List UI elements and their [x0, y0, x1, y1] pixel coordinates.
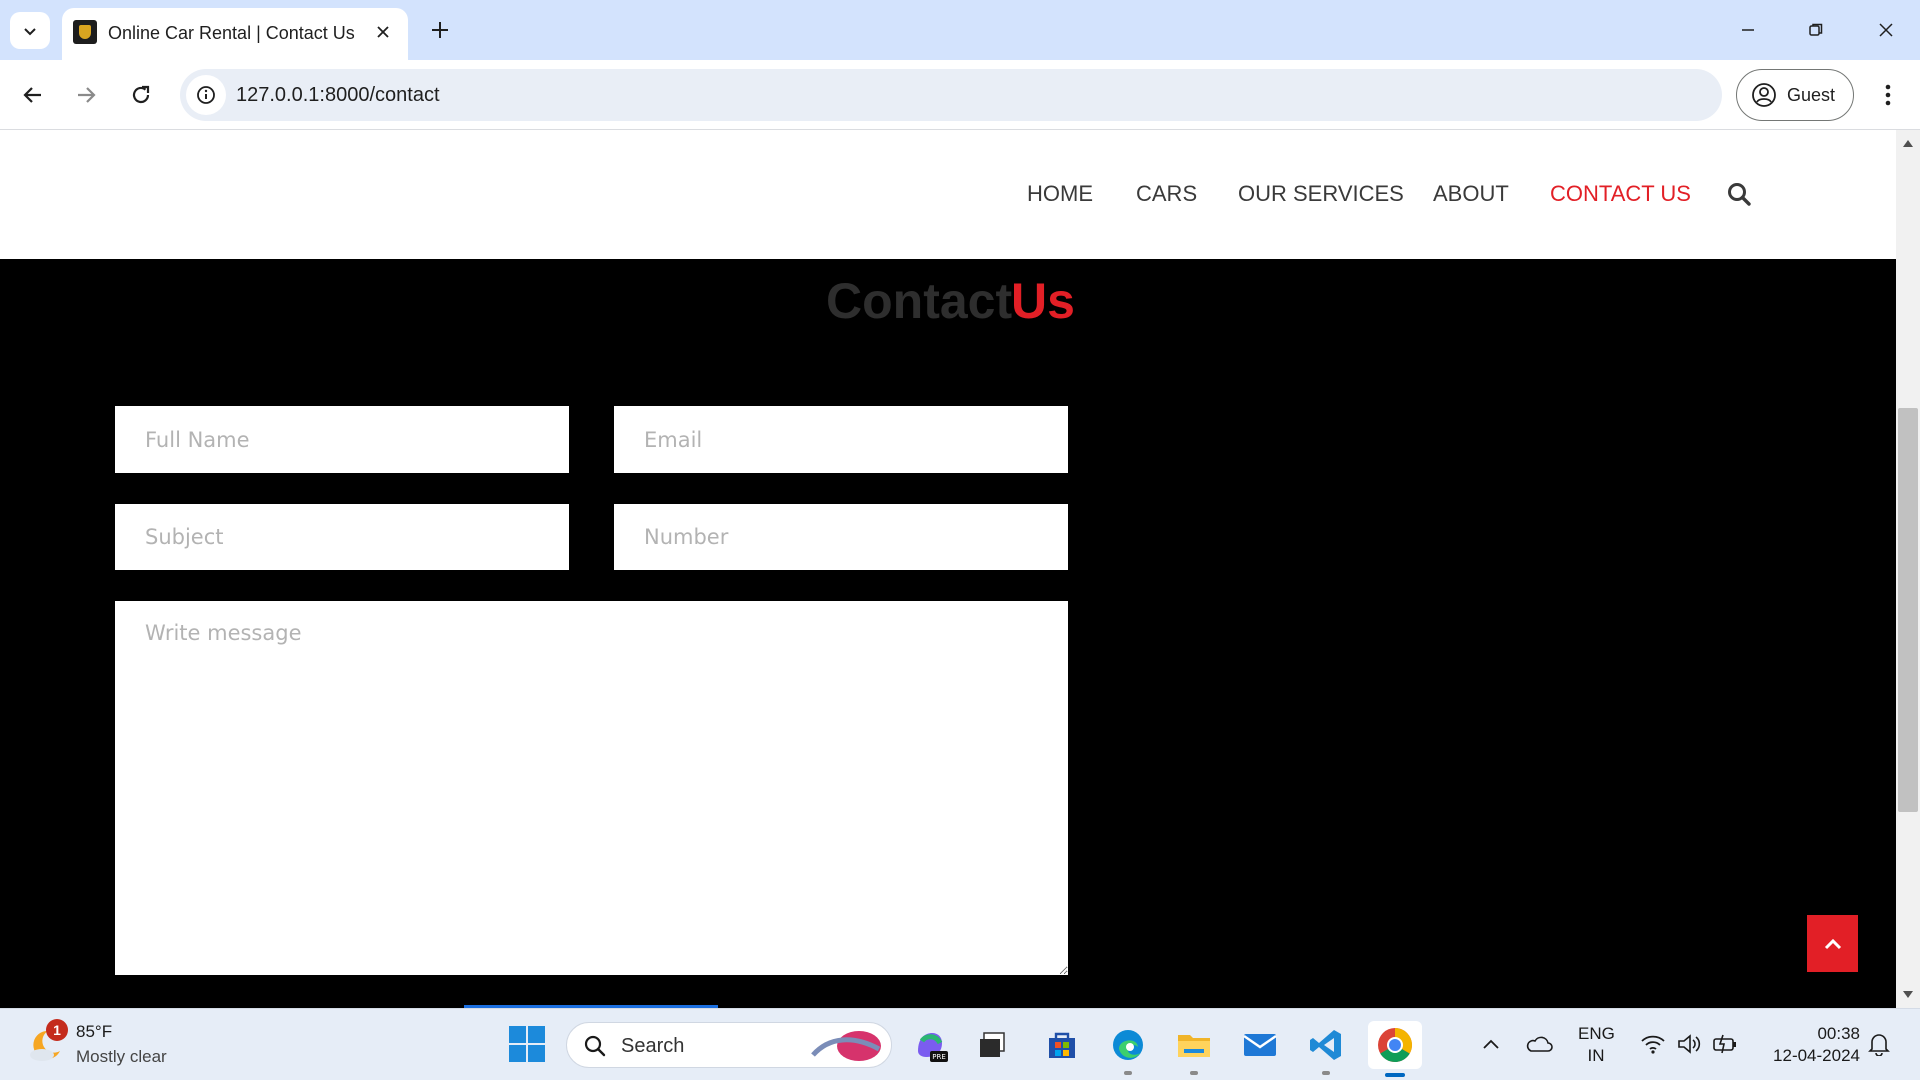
minimize-icon	[1742, 29, 1754, 31]
tray-clock[interactable]: 00:38 12-04-2024	[1752, 1023, 1860, 1067]
subject-input[interactable]	[115, 504, 569, 570]
tray-onedrive-icon[interactable]	[1524, 1029, 1554, 1059]
browser-toolbar: 127.0.0.1:8000/contact Guest	[0, 60, 1920, 130]
page-scrollbar[interactable]	[1896, 130, 1920, 1008]
account-icon	[1752, 83, 1776, 107]
window-restore-button[interactable]	[1782, 0, 1850, 60]
tray-volume-icon[interactable]	[1674, 1029, 1704, 1059]
windows-logo-icon	[509, 1026, 545, 1062]
page-title-part2: Us	[1011, 273, 1075, 329]
back-to-top-button[interactable]	[1807, 915, 1858, 972]
taskbar-task-view-icon[interactable]	[970, 1023, 1014, 1067]
nav-item-about[interactable]: ABOUT	[1433, 181, 1509, 207]
taskbar: 1 85°F Mostly clear Search PRE ENG IN 00…	[0, 1008, 1920, 1080]
taskbar-search-box[interactable]: Search	[566, 1022, 892, 1068]
page-viewport: HOME CARS OUR SERVICES ABOUT CONTACT US …	[0, 130, 1896, 1008]
page-title: Contact Us	[0, 272, 1896, 332]
plus-icon	[432, 22, 448, 38]
profile-button[interactable]: Guest	[1736, 69, 1854, 121]
start-button[interactable]	[506, 1023, 548, 1065]
close-icon	[1879, 23, 1893, 37]
restore-icon	[1809, 23, 1823, 36]
site-info-button[interactable]	[186, 75, 226, 115]
clock-date: 12-04-2024	[1773, 1046, 1860, 1065]
back-button[interactable]	[13, 75, 53, 115]
nav-item-home[interactable]: HOME	[1027, 181, 1093, 207]
scroll-thumb[interactable]	[1898, 408, 1918, 812]
taskbar-chrome-icon[interactable]	[1368, 1021, 1422, 1077]
tray-notifications-icon[interactable]	[1864, 1029, 1894, 1059]
nav-item-our-services[interactable]: OUR SERVICES	[1238, 181, 1404, 207]
reload-icon	[132, 85, 150, 104]
profile-label: Guest	[1787, 84, 1836, 105]
forward-button[interactable]	[66, 75, 106, 115]
new-tab-button[interactable]	[422, 12, 458, 48]
search-icon	[1728, 183, 1751, 206]
address-bar[interactable]: 127.0.0.1:8000/contact	[180, 69, 1722, 121]
taskbar-vscode-icon[interactable]	[1304, 1023, 1348, 1075]
scroll-down-arrow-icon[interactable]	[1903, 991, 1913, 998]
nav-search-button[interactable]	[1726, 181, 1752, 207]
window-minimize-button[interactable]	[1714, 0, 1782, 60]
nav-item-contact-us[interactable]: CONTACT US	[1550, 181, 1691, 207]
tray-battery-icon[interactable]	[1710, 1029, 1740, 1059]
window-close-button[interactable]	[1852, 0, 1920, 60]
taskbar-file-explorer-icon[interactable]	[1172, 1023, 1216, 1075]
tray-show-hidden-icon[interactable]	[1476, 1029, 1506, 1059]
browser-menu-button[interactable]	[1868, 75, 1908, 115]
tray-language-indicator[interactable]: ENG IN	[1578, 1023, 1615, 1067]
taskbar-search-label: Search	[621, 1035, 685, 1057]
url-text: 127.0.0.1:8000/contact	[236, 84, 440, 106]
taskbar-mail-icon[interactable]	[1238, 1023, 1282, 1067]
email-input[interactable]	[614, 406, 1068, 473]
arrow-right-icon	[78, 87, 96, 103]
info-icon	[197, 86, 215, 104]
tab-close-button[interactable]	[368, 17, 398, 47]
arrow-left-icon	[23, 87, 41, 103]
search-highlight-icon	[811, 1031, 881, 1061]
scroll-up-arrow-icon[interactable]	[1903, 140, 1913, 147]
search-icon	[584, 1035, 606, 1057]
number-input[interactable]	[614, 504, 1068, 570]
svg-text:PRE: PRE	[932, 1053, 946, 1061]
page-title-part1: Contact	[826, 273, 1013, 329]
weather-temperature: 85°F	[76, 1022, 113, 1041]
weather-description: Mostly clear	[76, 1047, 167, 1066]
chevron-down-icon	[24, 27, 36, 35]
language-code: ENG	[1578, 1024, 1615, 1043]
taskbar-edge-icon[interactable]	[1106, 1023, 1150, 1075]
weather-notification-badge: 1	[46, 1019, 68, 1041]
close-icon	[377, 26, 389, 38]
tab-search-button[interactable]	[10, 12, 50, 49]
tray-wifi-icon[interactable]	[1638, 1029, 1668, 1059]
browser-tabstrip: Online Car Rental | Contact Us	[0, 0, 1920, 60]
reload-button[interactable]	[121, 75, 161, 115]
clock-time: 00:38	[1817, 1024, 1860, 1043]
chevron-up-icon	[1824, 938, 1841, 949]
tab-title: Online Car Rental | Contact Us	[108, 23, 355, 43]
message-textarea[interactable]	[115, 601, 1068, 975]
more-vertical-icon	[1885, 84, 1891, 106]
full-name-input[interactable]	[115, 406, 569, 473]
browser-tab-contact[interactable]: Online Car Rental | Contact Us	[62, 8, 408, 60]
taskbar-store-icon[interactable]	[1040, 1023, 1084, 1067]
language-region: IN	[1587, 1046, 1605, 1065]
site-favicon-icon	[73, 20, 97, 44]
taskbar-copilot-icon[interactable]: PRE	[908, 1023, 952, 1067]
site-header: HOME CARS OUR SERVICES ABOUT CONTACT US	[0, 130, 1896, 259]
nav-item-cars[interactable]: CARS	[1136, 181, 1197, 207]
